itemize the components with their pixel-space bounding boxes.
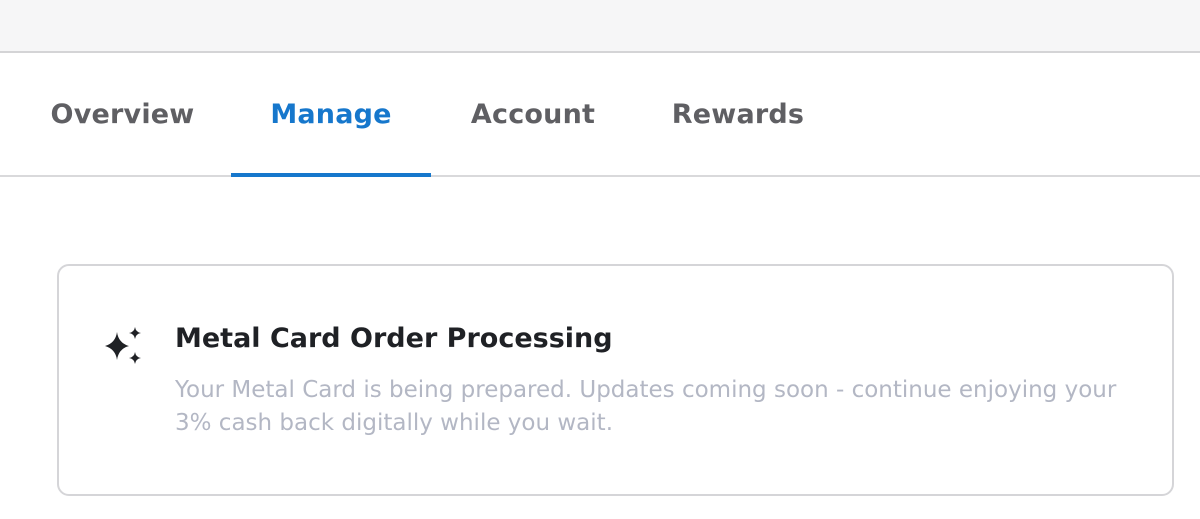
card-title: Metal Card Order Processing [175, 323, 613, 354]
tab-account[interactable]: Account [458, 53, 608, 175]
card-description: Your Metal Card is being prepared. Updat… [175, 377, 1117, 436]
sparkles-icon [105, 327, 141, 364]
top-bar [0, 0, 1200, 53]
tab-bar: Overview Manage Account Rewards [0, 53, 1200, 177]
tab-overview[interactable]: Overview [40, 53, 205, 175]
active-tab-indicator [231, 173, 431, 177]
tab-rewards[interactable]: Rewards [662, 53, 814, 175]
tab-manage[interactable]: Manage [231, 53, 431, 175]
